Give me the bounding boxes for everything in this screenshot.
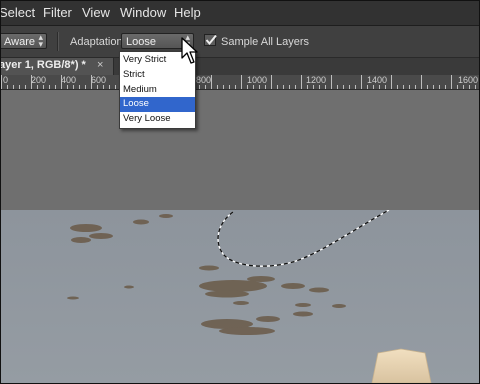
ruler-label: 0 (3, 75, 9, 85)
menu-view[interactable]: View (82, 5, 110, 20)
ruler-label: 800 (196, 75, 212, 85)
document-tab-title: ayer 1, RGB/8*) * (0, 59, 86, 71)
sample-all-layers-label: Sample All Layers (221, 36, 310, 48)
rock (371, 348, 432, 383)
dropdown-option-loose[interactable]: Loose (120, 97, 195, 113)
dropdown-option-strict[interactable]: Strict (120, 68, 195, 83)
ruler-label: 1600 (458, 75, 479, 85)
adaptation-select-value: Loose (126, 36, 156, 48)
document-tab-bar: ayer 1, RGB/8*) * × (1, 58, 479, 75)
arrow-pointer-icon (181, 37, 198, 64)
document-canvas[interactable] (1, 90, 479, 383)
lake-photo (1, 210, 479, 383)
adaptation-label: Adaptation: (70, 36, 126, 48)
checkmark-icon (205, 34, 217, 46)
ruler-label: 1000 (247, 75, 268, 85)
menu-bar: Select Filter View Window Help (1, 1, 479, 26)
ruler-label: 200 (31, 75, 47, 85)
close-icon[interactable]: × (97, 59, 103, 71)
app-window: Select Filter View Window Help Aware ▴ ▾ … (0, 0, 480, 384)
dropdown-option-medium[interactable]: Medium (120, 83, 195, 98)
ruler-label: 600 (91, 75, 107, 85)
options-bar: Aware ▴▾ Adaptation: Loose ▴▾ Sample All… (1, 26, 479, 58)
sample-all-layers-checkbox[interactable] (204, 34, 217, 46)
ruler-label: 1200 (306, 75, 327, 85)
mode-select-value: Aware (4, 36, 35, 48)
ruler-label: 400 (61, 75, 77, 85)
menu-help[interactable]: Help (174, 5, 201, 20)
menu-filter[interactable]: Filter (43, 5, 72, 20)
menu-select[interactable]: Select (1, 5, 35, 20)
up-down-arrow-icon: ▴▾ (38, 32, 43, 49)
toolbar-divider (57, 32, 59, 51)
document-tab[interactable]: ayer 1, RGB/8*) * × (1, 58, 114, 75)
dropdown-option-very-loose[interactable]: Very Loose (120, 112, 195, 127)
ruler-label: 1400 (367, 75, 388, 85)
menu-window[interactable]: Window (120, 5, 166, 20)
horizontal-ruler: 0 200 400 600 800 1000 1200 1400 1600 (1, 75, 479, 90)
mode-select[interactable]: Aware ▴ ▾ (1, 32, 47, 49)
